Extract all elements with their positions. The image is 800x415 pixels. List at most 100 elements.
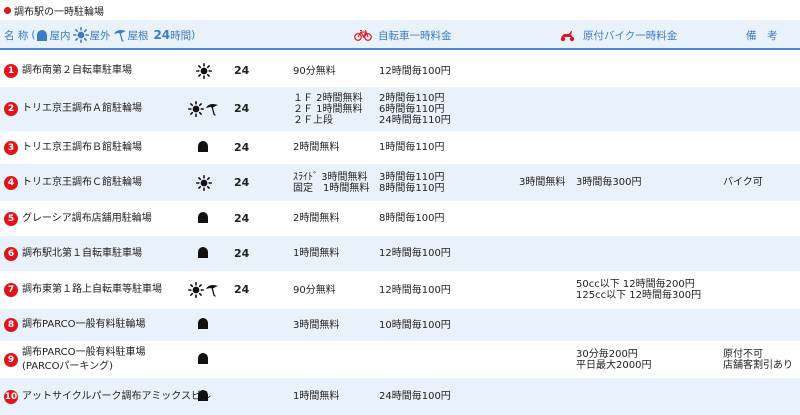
row-24h: 24	[234, 64, 250, 77]
row-bicycle-fee: 12時間毎100円	[379, 285, 451, 296]
header-name-legend: 名 称 ( 屋内 屋外 屋根 24 時間 )	[4, 20, 195, 50]
row-name: トリエ京王調布Ａ館駐輪場	[22, 102, 142, 116]
row-bicycle-free-line: 1時間無料	[293, 248, 340, 259]
row-bicycle-free: 2時間無料	[293, 213, 339, 224]
row-number-badge: 9	[4, 352, 18, 367]
row-icons	[188, 174, 226, 191]
row-name: 調布PARCO一般有料駐車場 (PARCOパーキング)	[22, 346, 146, 374]
page-title-text: 調布駅の一時駐輪場	[14, 6, 104, 18]
table-row: 9 調布PARCO一般有料駐車場 (PARCOパーキング) 30分毎200円 平日最大2…	[0, 341, 800, 378]
row-24h: 24	[234, 175, 250, 189]
row-bicycle-fee: 1時間毎110円	[379, 142, 444, 153]
row-bicycle-free-line: ｽﾗｲﾄﾞ 3時間無料	[293, 171, 368, 183]
row-bicycle-free-line: ２Ｆ 1時間無料	[293, 103, 363, 115]
row-moped-fee-line: 50cc以下 12時間毎200円	[576, 279, 695, 290]
row-bicycle-fee: 12時間毎100円	[379, 66, 451, 77]
row-bicycle-fee-line: 3時間毎110円	[379, 171, 445, 183]
header-moped-fee: 原付バイク一時料金	[559, 20, 677, 50]
row-bicycle-free: １Ｆ 2時間無料 ２Ｆ 1時間無料 ２Ｆ上段	[293, 93, 363, 126]
row-bicycle-free-line: 1時間無料	[293, 391, 340, 402]
row-number-badge: 2	[4, 102, 18, 116]
row-name: トリエ京王調布Ｂ館駐輪場	[22, 141, 142, 155]
row-bicycle-fee: 10時間毎100円	[379, 320, 451, 331]
row-bicycle-free: 3時間無料	[293, 320, 339, 331]
row-number-badge: 6	[4, 246, 18, 261]
row-bicycle-free-line: ２Ｆ上段	[293, 114, 333, 126]
row-bicycle-free: 1時間無料	[293, 248, 339, 259]
row-bicycle-free-line: １Ｆ 2時間無料	[293, 92, 363, 104]
row-name-line: グレーシア調布店舗用駐輪場	[22, 212, 152, 224]
row-bicycle-fee-line: 10時間毎100円	[379, 319, 451, 331]
row-number-badge: 7	[4, 283, 18, 297]
header-notes-label: 備 考	[746, 29, 778, 42]
row-bicycle-fee-line: 12時間毎100円	[379, 284, 451, 296]
row-moped-fee: 50cc以下 12時間毎200円 125cc以下 12時間毎300円	[576, 279, 701, 301]
header-name: 名 称	[4, 29, 29, 42]
row-moped-fee-line: 平日最大2000円	[576, 359, 652, 371]
row-number-badge: 10	[4, 389, 18, 404]
row-name-line: 調布駅北第１自転車駐車場	[22, 247, 142, 259]
table-row: 3 トリエ京王調布Ｂ館駐輪場 24 2時間無料 1時間毎110円	[0, 131, 800, 164]
row-icons	[188, 211, 226, 227]
row-bicycle-free: 90分無料	[293, 66, 336, 77]
row-bicycle-fee-line: 8時間毎110円	[379, 182, 445, 194]
row-bicycle-free: 90分無料	[293, 285, 336, 296]
row-bicycle-free-line: 3時間無料	[293, 319, 340, 331]
table-row: 1 調布南第２自転車駐車場 24 90分無料 12時間毎100円	[0, 55, 800, 87]
row-moped-free: 3時間無料	[519, 177, 565, 188]
row-bicycle-fee: 12時間毎100円	[379, 248, 451, 259]
row-24h: 24	[234, 140, 250, 154]
bicycle-icon	[354, 29, 372, 41]
row-24h: 24	[234, 211, 250, 225]
row-bicycle-free-line: 90分無料	[293, 65, 336, 77]
row-name-line: 調布東第１路上自転車等駐車場	[22, 284, 162, 295]
row-bicycle-fee-line: 1時間毎110円	[379, 142, 445, 153]
row-bicycle-free-line: 2時間無料	[293, 142, 340, 153]
row-icons	[188, 63, 226, 79]
row-bicycle-fee-line: 8時間毎100円	[379, 213, 445, 224]
header-notes: 備 考	[746, 20, 778, 50]
row-bicycle-fee: 8時間毎100円	[379, 213, 444, 224]
row-name-line: 調布PARCO一般有料駐車場	[22, 346, 146, 358]
table-row: 5 グレーシア調布店舗用駐輪場 24 2時間無料 8時間毎100円	[0, 201, 800, 236]
umbrella-icon	[114, 30, 127, 42]
row-bicycle-fee-line: 24時間毎100円	[379, 391, 451, 402]
row-icons	[188, 317, 226, 333]
table-row: 8 調布PARCO一般有料駐輪場 3時間無料 10時間毎100円	[0, 309, 800, 341]
table-header: 名 称 ( 屋内 屋外 屋根 24 時間 ) 自転車一時料金 原付バイク一時料金…	[0, 20, 800, 50]
row-name: アットサイクルパーク調布アミックスビル	[22, 390, 211, 404]
row-bicycle-free: ｽﾗｲﾄﾞ 3時間無料 固定 1時間無料	[293, 172, 369, 194]
row-bicycle-fee: 24時間毎100円	[379, 391, 451, 402]
row-moped-fee-line: 3時間毎300円	[576, 177, 642, 188]
row-moped-free-line: 3時間無料	[519, 177, 566, 188]
row-notes-line: 原付不可	[723, 348, 763, 360]
row-name-line: トリエ京王調布Ｂ館駐輪場	[22, 141, 142, 153]
header-roof: 屋根	[127, 29, 149, 42]
row-bicycle-fee-line: 6時間毎110円	[379, 103, 445, 115]
row-bicycle-free-line: 2時間無料	[293, 213, 340, 224]
page-title: 調布駅の一時駐輪場	[4, 3, 104, 18]
header-moped-fee-label: 原付バイク一時料金	[583, 29, 678, 42]
row-name-line: (PARCOパーキング)	[22, 360, 114, 372]
row-name-line: アットサイクルパーク調布アミックスビル	[22, 390, 211, 402]
row-24h: 24	[234, 246, 250, 260]
row-bicycle-free-line: 90分無料	[293, 284, 336, 296]
row-icons	[188, 101, 226, 117]
indoor-icon	[37, 29, 48, 41]
bullet-dot-icon	[4, 6, 11, 14]
row-24h: 24	[234, 283, 250, 296]
table-row: 2 トリエ京王調布Ａ館駐輪場 24 １Ｆ 2時間無料 ２Ｆ 1時間無料 ２Ｆ上段 2時間毎1…	[0, 87, 800, 131]
row-number-badge: 8	[4, 318, 18, 332]
row-notes: 原付不可 店舗客割引あり	[723, 349, 793, 371]
row-name-line: 調布PARCO一般有料駐輪場	[22, 319, 146, 330]
header-24: 24	[153, 28, 171, 42]
row-icons	[188, 352, 226, 368]
table-row: 4 トリエ京王調布Ｃ館駐輪場 24 ｽﾗｲﾄﾞ 3時間無料 固定 1時間無料 3時間毎11…	[0, 164, 800, 201]
row-icons	[188, 282, 226, 298]
row-name: 調布駅北第１自転車駐車場	[22, 247, 142, 261]
row-number-badge: 4	[4, 175, 18, 190]
row-notes-line: バイク可	[723, 177, 763, 188]
row-name: 調布PARCO一般有料駐輪場	[22, 318, 146, 332]
header-24-suffix: 時間	[170, 29, 192, 42]
row-24h: 24	[234, 102, 250, 115]
